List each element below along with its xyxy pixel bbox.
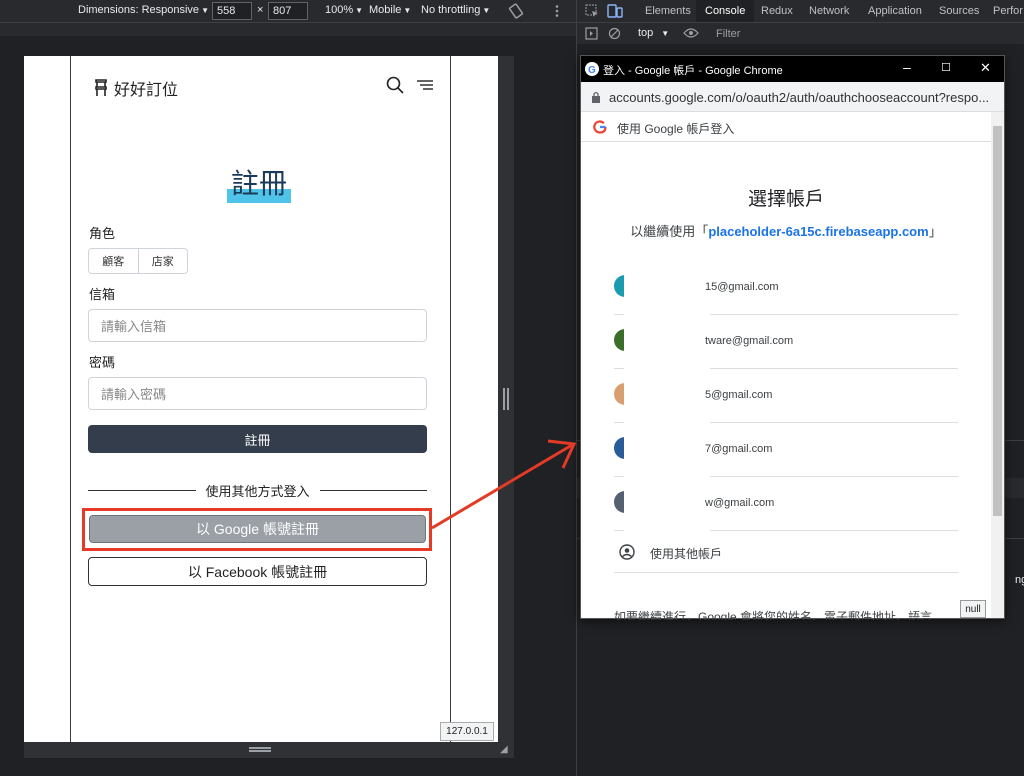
account-email: tware@gmail.com <box>705 335 794 347</box>
account-email: 15@gmail.com <box>705 281 779 293</box>
use-other-account-item[interactable]: 使用其他帳戶 <box>614 531 958 573</box>
account-item[interactable]: 5@gmail.com <box>614 369 958 423</box>
page-title: 註冊 <box>230 167 287 200</box>
choose-account-subtitle: 以繼續使用「placeholder-6a15c.firebaseapp.com」 <box>630 224 942 239</box>
height-input[interactable]: 807 <box>268 2 308 20</box>
brand-logo[interactable]: 好好訂位 <box>94 76 178 100</box>
email-label: 信箱 <box>89 287 116 302</box>
more-icon[interactable] <box>550 4 564 18</box>
use-other-account-label: 使用其他帳戶 <box>650 547 723 561</box>
google-logo-icon <box>593 120 607 134</box>
register-button[interactable]: 註冊 <box>88 425 427 453</box>
close-icon[interactable]: ✕ <box>980 60 991 76</box>
page-guide-right <box>450 56 451 742</box>
width-input[interactable]: 558 <box>212 2 252 20</box>
console-partial-text: ng i <box>1015 574 1024 586</box>
zoom-dropdown[interactable]: 100% ▼ <box>325 4 363 16</box>
grip-icon[interactable] <box>249 747 271 752</box>
tab-performance[interactable]: Perfor <box>993 5 1023 17</box>
google-g-icon: G <box>585 62 599 76</box>
role-toggle: 顧客 店家 <box>88 248 188 274</box>
role-customer-button[interactable]: 顧客 <box>89 249 138 273</box>
popup-address-bar[interactable]: accounts.google.com/o/oauth2/auth/oauthc… <box>581 82 1004 112</box>
popup-footer-clip: 如要繼續進行，Google 會將您的姓名、電子郵件地址、語言 <box>581 604 991 620</box>
google-oauth-popup: G 登入 - Google 帳戶 - Google Chrome – ☐ ✕ a… <box>580 55 1005 620</box>
grip-icon[interactable] <box>503 388 509 410</box>
role-label: 角色 <box>89 226 116 241</box>
device-dropdown[interactable]: Mobile ▼ <box>369 4 411 16</box>
console-toolbar: top ▼ Filter <box>576 22 1024 44</box>
divider-line <box>88 490 196 491</box>
popup-url-text: accounts.google.com/o/oauth2/auth/oauthc… <box>609 90 990 105</box>
device-toolbar: Dimensions: Responsive ▼ 558 × 807 100% ▼ … <box>0 0 576 22</box>
account-email: 5@gmail.com <box>705 389 773 401</box>
context-select[interactable]: top ▼ <box>638 27 669 39</box>
menu-icon[interactable] <box>416 76 434 94</box>
divider-line <box>319 490 428 491</box>
tab-elements[interactable]: Elements <box>645 5 691 17</box>
header-icons <box>386 76 434 94</box>
inspect-element-icon[interactable] <box>585 4 599 18</box>
lock-icon <box>592 91 600 103</box>
popup-window-title: 登入 - Google 帳戶 - Google Chrome <box>603 65 783 77</box>
account-circle-icon <box>619 544 635 560</box>
email-field[interactable]: 請輸入信箱 <box>88 309 427 342</box>
app-domain-link[interactable]: placeholder-6a15c.firebaseapp.com <box>708 224 928 239</box>
null-badge: null <box>960 600 986 618</box>
maximize-icon[interactable]: ☐ <box>941 61 951 74</box>
other-login-divider: 使用其他方式登入 <box>88 481 428 500</box>
times-sign: × <box>257 4 264 16</box>
throttle-dropdown[interactable]: No throttling ▼ <box>421 4 490 16</box>
tab-network[interactable]: Network <box>809 5 849 17</box>
popup-header-text: 使用 Google 帳戶登入 <box>617 122 735 136</box>
corner-resize-icon[interactable]: ◢ <box>500 744 508 755</box>
devtools-tab-bar: Elements Console Redux Network Applicati… <box>576 0 1024 22</box>
annotation-highlight-box <box>82 508 432 551</box>
divider-text: 使用其他方式登入 <box>205 484 310 499</box>
chair-icon <box>95 79 107 96</box>
svg-text:G: G <box>588 65 596 76</box>
sidebar-toggle-icon[interactable] <box>585 27 598 40</box>
popup-google-header: 使用 Google 帳戶登入 <box>581 112 991 142</box>
account-email: 7@gmail.com <box>705 443 773 455</box>
popup-footer-text: 如要繼續進行，Google 會將您的姓名、電子郵件地址、語言 <box>614 610 933 620</box>
minimize-icon[interactable]: – <box>903 59 911 75</box>
status-url-tooltip: 127.0.0.1 <box>440 722 494 741</box>
account-item[interactable]: 7@gmail.com <box>614 423 958 477</box>
console-filter-input[interactable]: Filter <box>716 28 740 40</box>
choose-account-heading: 選擇帳戶 <box>747 189 824 210</box>
account-item[interactable]: w@gmail.com <box>614 477 958 531</box>
media-query-bar <box>0 22 576 36</box>
tab-application[interactable]: Application <box>868 5 922 17</box>
search-icon[interactable] <box>386 76 404 94</box>
tab-sources[interactable]: Sources <box>939 5 979 17</box>
eye-icon[interactable] <box>683 27 699 39</box>
device-toggle-icon[interactable] <box>607 4 623 18</box>
dimensions-dropdown[interactable]: Dimensions: Responsive ▼ <box>78 4 209 16</box>
page-guide-left <box>70 56 71 742</box>
role-store-button[interactable]: 店家 <box>137 249 188 273</box>
account-email: w@gmail.com <box>705 497 775 509</box>
facebook-register-button[interactable]: 以 Facebook 帳號註冊 <box>88 557 427 586</box>
brand-name: 好好訂位 <box>114 82 179 99</box>
account-item[interactable]: 15@gmail.com <box>614 261 958 315</box>
tab-redux[interactable]: Redux <box>761 5 793 17</box>
password-field[interactable]: 請輸入密碼 <box>88 377 427 410</box>
popup-scrollbar-thumb[interactable] <box>993 126 1002 516</box>
tab-console[interactable]: Console <box>696 0 755 22</box>
popup-titlebar: G 登入 - Google 帳戶 - Google Chrome – ☐ ✕ <box>581 56 1004 82</box>
password-label: 密碼 <box>89 355 116 370</box>
clear-console-icon[interactable] <box>608 27 621 40</box>
account-item[interactable]: tware@gmail.com <box>614 315 958 369</box>
rotate-icon[interactable] <box>508 3 524 19</box>
